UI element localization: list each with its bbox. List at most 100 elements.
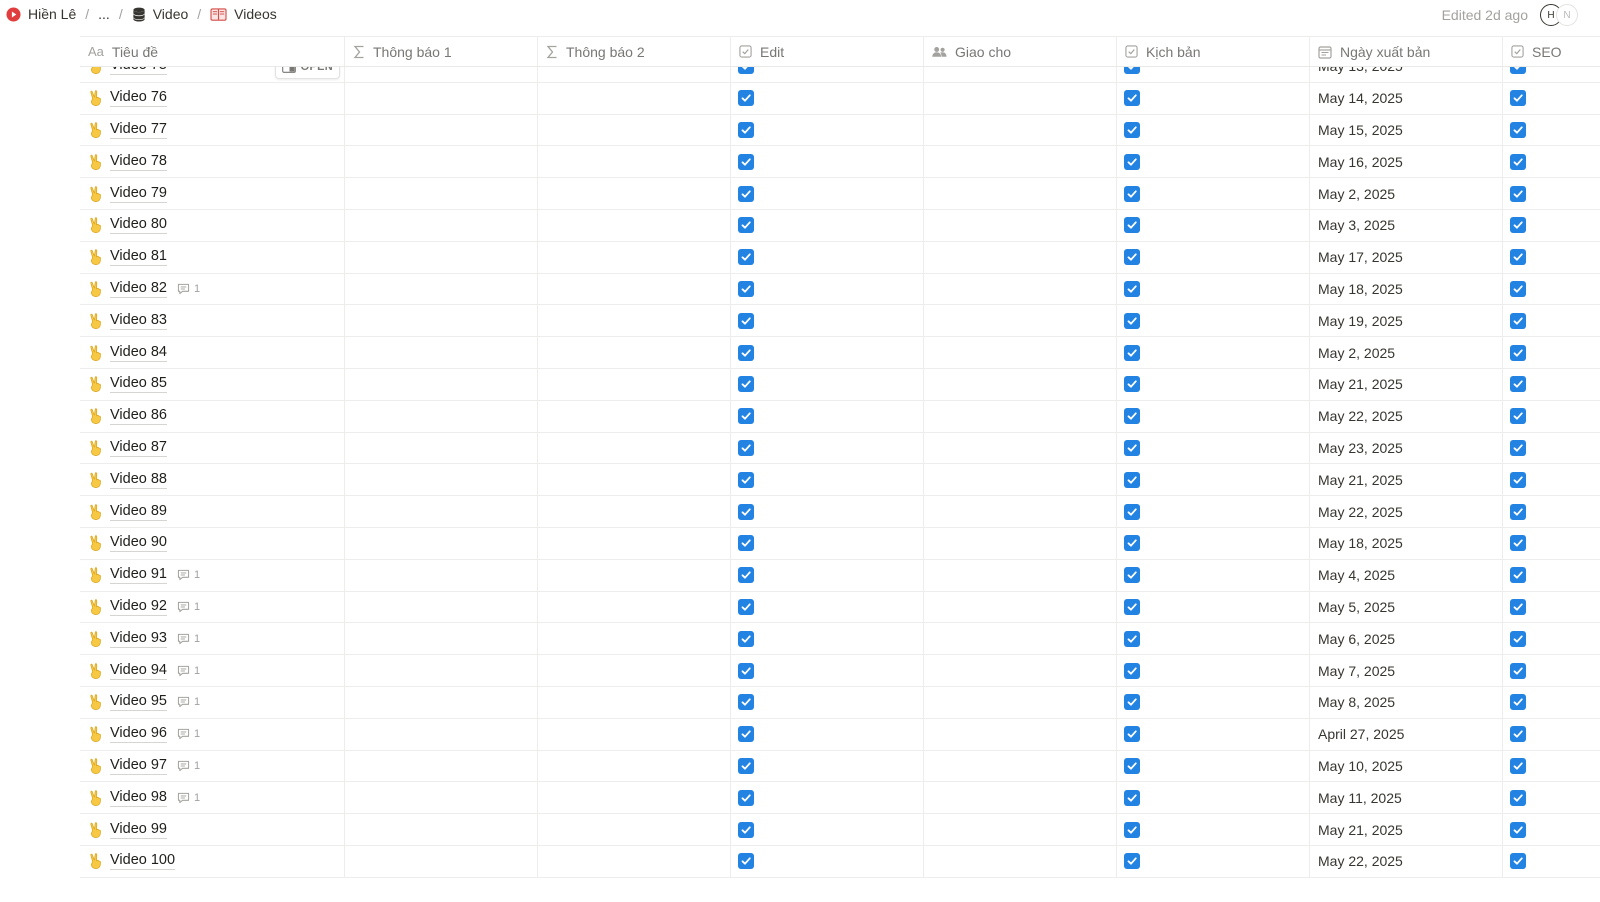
thong-bao-1-cell[interactable] <box>345 305 538 337</box>
row-title[interactable]: Video 82 <box>110 280 167 298</box>
row-title[interactable]: Video 77 <box>110 121 167 139</box>
seo-checkbox[interactable] <box>1510 185 1526 202</box>
kich-ban-checkbox[interactable] <box>1124 630 1140 647</box>
row-title[interactable]: Video 94 <box>110 662 167 680</box>
title-cell[interactable]: Video 90OPEN <box>80 527 345 559</box>
kich-ban-checkbox[interactable] <box>1124 408 1140 425</box>
row-title[interactable]: Video 91 <box>110 566 167 585</box>
thong-bao-2-cell[interactable] <box>538 273 731 305</box>
edit-checkbox[interactable] <box>738 598 754 615</box>
thong-bao-2-cell[interactable] <box>538 337 731 368</box>
giao-cho-cell[interactable] <box>924 178 1117 209</box>
publish-date-cell[interactable]: May 17, 2025 <box>1310 241 1503 273</box>
thong-bao-1-cell[interactable] <box>345 559 538 591</box>
thong-bao-1-cell[interactable] <box>345 845 538 877</box>
title-cell[interactable]: Video 961OPEN <box>80 718 345 750</box>
kich-ban-checkbox[interactable] <box>1124 694 1140 711</box>
thong-bao-1-cell[interactable] <box>345 591 538 623</box>
table-row[interactable]: Video 85OPEN May 21, 2025 <box>80 368 1600 401</box>
table-row[interactable]: Video 911OPENMay 4, 2025 <box>80 559 1600 592</box>
publish-date-cell[interactable]: May 11, 2025 <box>1310 782 1503 814</box>
comment-count[interactable]: 1 <box>177 633 200 645</box>
giao-cho-cell[interactable] <box>924 337 1117 368</box>
kich-ban-checkbox[interactable] <box>1124 217 1140 234</box>
breadcrumb-view[interactable]: Videos <box>210 6 277 22</box>
giao-cho-cell[interactable] <box>924 146 1117 178</box>
title-cell[interactable]: Video 79OPEN <box>80 178 345 209</box>
giao-cho-cell[interactable] <box>924 686 1117 718</box>
seo-checkbox[interactable] <box>1510 408 1526 425</box>
thong-bao-2-cell[interactable] <box>538 432 731 464</box>
row-title[interactable]: Video 81 <box>110 248 167 267</box>
thong-bao-2-cell[interactable] <box>538 814 731 845</box>
title-cell[interactable]: Video 85OPEN <box>80 368 345 400</box>
row-title[interactable]: Video 92 <box>110 598 167 616</box>
thong-bao-2-cell[interactable] <box>538 178 731 209</box>
row-title[interactable]: Video 85 <box>110 375 167 394</box>
row-title[interactable]: Video 83 <box>110 312 167 330</box>
edit-checkbox[interactable] <box>738 67 754 75</box>
row-title[interactable]: Video 99 <box>110 821 167 839</box>
seo-checkbox[interactable] <box>1510 630 1526 647</box>
thong-bao-2-cell[interactable] <box>538 655 731 686</box>
seo-checkbox[interactable] <box>1510 344 1526 361</box>
giao-cho-cell[interactable] <box>924 114 1117 146</box>
title-cell[interactable]: Video 951OPEN <box>80 686 345 718</box>
title-cell[interactable]: Video 981OPEN <box>80 782 345 814</box>
table-row[interactable]: Video 83OPEN May 19, 2025 <box>80 305 1600 338</box>
row-title[interactable]: Video 90 <box>110 534 167 553</box>
seo-checkbox[interactable] <box>1510 598 1526 615</box>
column-header-seo[interactable]: SEO <box>1503 37 1600 66</box>
title-cell[interactable]: Video 77OPEN <box>80 114 345 146</box>
comment-count[interactable]: 1 <box>177 283 200 295</box>
kich-ban-checkbox[interactable] <box>1124 185 1140 202</box>
kich-ban-checkbox[interactable] <box>1124 535 1140 552</box>
giao-cho-cell[interactable] <box>924 241 1117 273</box>
comment-count[interactable]: 1 <box>177 696 200 708</box>
title-cell[interactable]: Video 911OPEN <box>80 559 345 591</box>
title-cell[interactable]: Video 821OPEN <box>80 273 345 305</box>
table-row[interactable]: Video 80OPEN May 3, 2025 <box>80 209 1600 242</box>
publish-date-cell[interactable]: May 14, 2025 <box>1310 82 1503 114</box>
thong-bao-2-cell[interactable] <box>538 782 731 814</box>
row-title[interactable]: Video 95 <box>110 693 167 712</box>
column-header-thong-bao-2[interactable]: Thông báo 2 <box>538 37 731 66</box>
edit-checkbox[interactable] <box>738 853 754 870</box>
edit-checkbox[interactable] <box>738 503 754 520</box>
edit-checkbox[interactable] <box>738 694 754 711</box>
edit-checkbox[interactable] <box>738 726 754 743</box>
thong-bao-2-cell[interactable] <box>538 82 731 114</box>
thong-bao-1-cell[interactable] <box>345 400 538 432</box>
seo-checkbox[interactable] <box>1510 694 1526 711</box>
edit-checkbox[interactable] <box>738 471 754 488</box>
giao-cho-cell[interactable] <box>924 209 1117 241</box>
comment-count[interactable]: 1 <box>177 665 200 677</box>
publish-date-cell[interactable]: May 2, 2025 <box>1310 178 1503 209</box>
table-row[interactable]: Video 89OPEN May 22, 2025 <box>80 496 1600 528</box>
table-row[interactable]: Video 981OPEN May 11, 2025 <box>80 782 1600 815</box>
thong-bao-1-cell[interactable] <box>345 337 538 368</box>
title-cell[interactable]: Video 78OPEN <box>80 146 345 178</box>
table-row[interactable]: Video 951OPENMay 8, 2025 <box>80 686 1600 719</box>
row-title[interactable]: Video 80 <box>110 216 167 235</box>
edit-checkbox[interactable] <box>738 312 754 329</box>
edit-checkbox[interactable] <box>738 439 754 456</box>
thong-bao-2-cell[interactable] <box>538 559 731 591</box>
publish-date-cell[interactable]: May 8, 2025 <box>1310 686 1503 718</box>
row-title[interactable]: Video 76 <box>110 89 167 108</box>
comment-count[interactable]: 1 <box>177 792 200 804</box>
edit-checkbox[interactable] <box>738 535 754 552</box>
table-row[interactable]: Video 76OPEN May 14, 2025 <box>80 82 1600 115</box>
thong-bao-2-cell[interactable] <box>538 527 731 559</box>
giao-cho-cell[interactable] <box>924 527 1117 559</box>
thong-bao-1-cell[interactable] <box>345 655 538 686</box>
publish-date-cell[interactable]: May 15, 2025 <box>1310 114 1503 146</box>
column-header-kich-ban[interactable]: Kịch bản <box>1117 37 1310 66</box>
table-row[interactable]: Video 100OPEN May 22, 2025 <box>80 845 1600 878</box>
table-row[interactable]: Video 821OPENMay 18, 2025 <box>80 273 1600 306</box>
seo-checkbox[interactable] <box>1510 821 1526 838</box>
row-title[interactable]: Video 100 <box>110 852 176 871</box>
edit-checkbox[interactable] <box>738 408 754 425</box>
edit-checkbox[interactable] <box>738 567 754 584</box>
seo-checkbox[interactable] <box>1510 535 1526 552</box>
